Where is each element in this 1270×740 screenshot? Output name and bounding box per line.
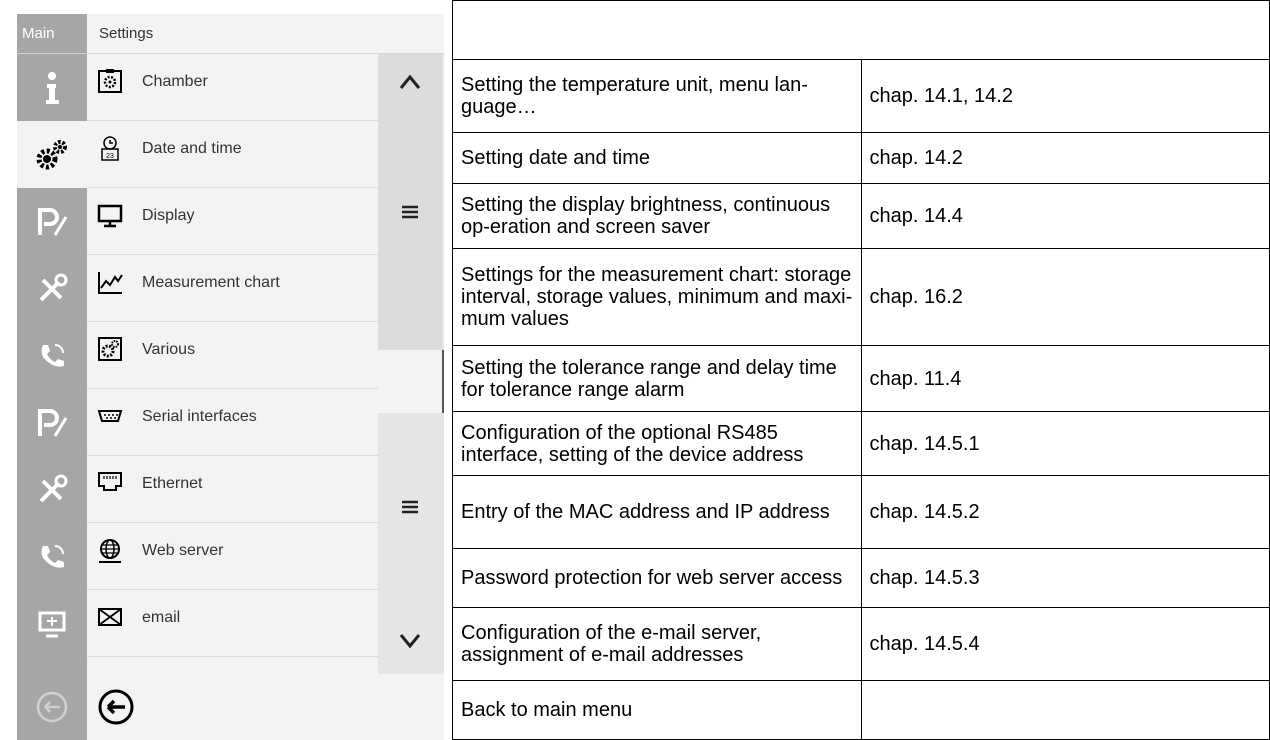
row-chapter: chap. 14.1, 14.2 xyxy=(860,59,1270,134)
menu-item-web-server[interactable]: Web server xyxy=(87,523,378,590)
program-icon[interactable] xyxy=(17,188,87,255)
back-icon[interactable] xyxy=(17,673,87,740)
gears-icon[interactable] xyxy=(17,121,87,188)
row-description: Configuration of the e-mail server, assi… xyxy=(452,606,862,681)
row-chapter: chap. 14.4 xyxy=(860,182,1270,250)
row-description: Setting the temperature unit, menu lan-g… xyxy=(452,59,862,134)
row-chapter: chap. 14.5.2 xyxy=(860,475,1270,549)
main-tab[interactable]: Main xyxy=(17,14,87,54)
table-row: Configuration of the optional RS485 inte… xyxy=(452,410,1270,477)
row-description: Back to main menu xyxy=(452,679,862,740)
serial-port-icon xyxy=(97,403,123,429)
table-row: Back to main menu xyxy=(452,679,1270,740)
table-row: Configuration of the e-mail server, assi… xyxy=(452,606,1270,681)
menu-item-measurement-chart[interactable]: Measurement chart xyxy=(87,255,378,322)
scroll-up-icon[interactable] xyxy=(395,72,425,97)
menu-item-label: Serial interfaces xyxy=(142,408,257,425)
table-row: Setting the display brightness, continuo… xyxy=(452,182,1270,250)
row-chapter: chap. 11.4 xyxy=(860,345,1270,412)
menu-item-label: Web server xyxy=(142,542,224,559)
scroll-handle-upper-icon xyxy=(395,202,425,227)
row-description: Configuration of the optional RS485 inte… xyxy=(452,410,862,477)
row-chapter: chap. 16.2 xyxy=(860,248,1270,347)
table-row: Password protection for web server acces… xyxy=(452,547,1270,608)
main-menu-rail: Main xyxy=(17,14,87,740)
header-cell xyxy=(452,0,1270,61)
display-icon[interactable] xyxy=(17,590,87,657)
table-row: Setting the tolerance range and delay ti… xyxy=(452,345,1270,412)
menu-item-label: Date and time xyxy=(142,140,242,157)
menu-item-date-time[interactable]: 23 Date and time xyxy=(87,121,378,188)
row-chapter: chap. 14.5.3 xyxy=(860,547,1270,608)
ethernet-icon xyxy=(97,470,123,496)
menu-item-label: Chamber xyxy=(142,73,208,90)
program-icon[interactable] xyxy=(17,389,87,456)
row-chapter: chap. 14.2 xyxy=(860,132,1270,184)
settings-title: Settings xyxy=(87,14,444,54)
chart-icon xyxy=(97,269,123,295)
menu-item-label: Display xyxy=(142,207,195,224)
scroll-down-icon[interactable] xyxy=(395,630,425,655)
chamber-icon xyxy=(97,68,123,94)
table-row: Setting date and time chap. 14.2 xyxy=(452,132,1270,184)
scroll-handle-lower-icon xyxy=(395,497,425,522)
scroll-track-gap xyxy=(378,350,444,413)
globe-icon xyxy=(97,537,123,563)
menu-item-label: email xyxy=(142,609,181,626)
row-chapter xyxy=(860,679,1270,740)
envelope-icon xyxy=(97,604,123,630)
menu-item-label: Various xyxy=(142,341,196,358)
bottom-bar xyxy=(87,674,444,740)
monitor-icon xyxy=(97,202,123,228)
tools-icon[interactable] xyxy=(17,255,87,322)
table-row xyxy=(452,0,1270,61)
menu-item-serial-interfaces[interactable]: Serial interfaces xyxy=(87,389,378,456)
row-description: Setting the tolerance range and delay ti… xyxy=(452,345,862,412)
row-description: Entry of the MAC address and IP address xyxy=(452,475,862,549)
menu-item-display[interactable]: Display xyxy=(87,188,378,255)
row-description: Setting the display brightness, continuo… xyxy=(452,182,862,250)
phone-icon[interactable] xyxy=(17,322,87,389)
gear-box-icon xyxy=(97,336,123,362)
table-row: Entry of the MAC address and IP address … xyxy=(452,475,1270,549)
row-description: Setting date and time xyxy=(452,132,862,184)
row-chapter: chap. 14.5.4 xyxy=(860,606,1270,681)
menu-item-ethernet[interactable]: Ethernet xyxy=(87,456,378,523)
svg-text:23: 23 xyxy=(106,153,114,160)
back-button[interactable] xyxy=(97,688,135,731)
table-row: Settings for the measurement chart: stor… xyxy=(452,248,1270,347)
menu-item-label: Ethernet xyxy=(142,475,203,492)
back-arrow-icon xyxy=(98,689,134,725)
row-chapter: chap. 14.5.1 xyxy=(860,410,1270,477)
info-icon[interactable] xyxy=(17,54,87,121)
tools-icon[interactable] xyxy=(17,456,87,523)
settings-pane: Settings Chamber 23 Date and time Displa… xyxy=(87,14,444,740)
menu-item-various[interactable]: Various xyxy=(87,322,378,389)
menu-item-email[interactable]: email xyxy=(87,590,378,657)
description-table: Setting the temperature unit, menu lan-g… xyxy=(452,0,1270,740)
calendar-clock-icon: 23 xyxy=(97,135,123,161)
row-description: Password protection for web server acces… xyxy=(452,547,862,608)
menu-item-chamber[interactable]: Chamber xyxy=(87,54,378,121)
scrollbar[interactable] xyxy=(378,54,444,674)
device-screen: Main Settings Chamber 23 Date and time D… xyxy=(17,14,444,740)
phone-icon[interactable] xyxy=(17,523,87,590)
row-description: Settings for the measurement chart: stor… xyxy=(452,248,862,347)
table-row: Setting the temperature unit, menu lan-g… xyxy=(452,59,1270,134)
menu-item-label: Measurement chart xyxy=(142,274,280,291)
